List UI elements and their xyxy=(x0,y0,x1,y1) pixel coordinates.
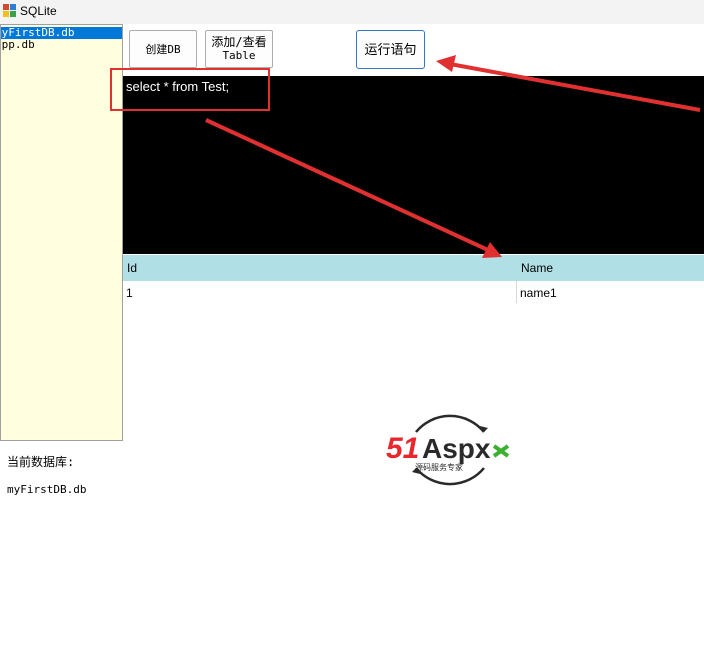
column-divider xyxy=(516,281,517,303)
run-statement-label: 运行语句 xyxy=(364,42,417,57)
column-header-id[interactable]: Id xyxy=(127,261,137,275)
watermark-logo: 51 Aspx 源码服务专家 xyxy=(386,414,510,486)
create-db-button[interactable]: 创建DB xyxy=(129,30,197,68)
current-db-value: myFirstDB.db xyxy=(7,483,87,496)
table-row[interactable]: 1 name1 xyxy=(123,281,704,303)
sqlite-app-icon xyxy=(3,4,17,18)
add-table-label-line1: 添加/查看 xyxy=(211,35,267,49)
window-title: SQLite xyxy=(20,4,57,18)
logo-tagline: 源码服务专家 xyxy=(415,462,463,472)
annotation-highlight-box xyxy=(110,68,270,111)
grid-header: Id Name xyxy=(123,255,704,281)
cell-id[interactable]: 1 xyxy=(126,286,133,300)
add-table-label-line2: Table xyxy=(222,49,256,62)
logo-text: Aspx xyxy=(422,433,491,464)
database-item-label: app.db xyxy=(1,38,35,51)
create-db-label: 创建DB xyxy=(145,42,181,56)
run-statement-button[interactable]: 运行语句 xyxy=(356,30,425,69)
logo-number: 51 xyxy=(386,432,419,465)
column-header-name[interactable]: Name xyxy=(521,261,553,275)
add-view-table-button[interactable]: 添加/查看 Table xyxy=(205,30,273,68)
database-item-app[interactable]: app.db xyxy=(1,39,41,51)
title-bar: SQLite xyxy=(0,0,704,24)
result-grid[interactable]: Id Name 1 name1 xyxy=(123,255,704,303)
current-db-label: 当前数据库: xyxy=(7,455,75,469)
main-window: myFirstDB.db app.db 当前数据库: myFirstDB.db … xyxy=(0,24,704,648)
cell-name[interactable]: name1 xyxy=(520,286,557,300)
database-list[interactable]: myFirstDB.db app.db xyxy=(0,24,123,441)
